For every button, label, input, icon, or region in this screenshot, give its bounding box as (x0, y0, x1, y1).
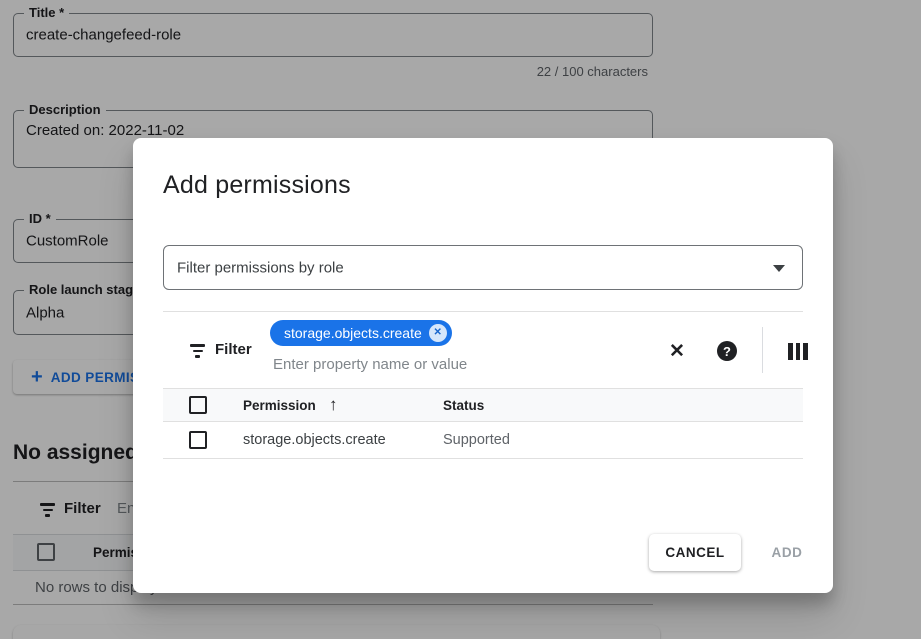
sort-ascending-icon[interactable]: ↑ (329, 395, 338, 415)
role-select-placeholder: Filter permissions by role (177, 259, 344, 276)
help-icon: ? (717, 341, 737, 361)
column-header-permission[interactable]: Permission (243, 398, 316, 413)
chip-remove-icon[interactable]: ✕ (429, 324, 447, 342)
screen: Title * create-changefeed-role 22 / 100 … (0, 0, 921, 639)
filter-input[interactable] (273, 356, 533, 373)
filter-label: Filter (215, 341, 252, 358)
filter-chip[interactable]: storage.objects.create ✕ (270, 320, 452, 346)
add-button[interactable]: ADD (759, 534, 815, 571)
filter-permissions-by-role-select[interactable]: Filter permissions by role (163, 245, 803, 290)
column-display-button[interactable] (783, 336, 813, 366)
filter-toolbar: Filter storage.objects.create ✕ ✕ ? (163, 311, 803, 388)
permissions-table-header: Permission ↑ Status (163, 388, 803, 422)
row-permission-cell: storage.objects.create (243, 432, 386, 448)
table-row[interactable]: storage.objects.create Supported (163, 422, 803, 459)
column-header-status[interactable]: Status (443, 398, 484, 413)
filter-chip-label: storage.objects.create (284, 325, 422, 341)
cancel-button[interactable]: CANCEL (649, 534, 741, 571)
toolbar-divider (762, 327, 763, 373)
row-status-cell: Supported (443, 432, 510, 448)
select-all-checkbox[interactable] (189, 396, 207, 414)
row-checkbox[interactable] (189, 431, 207, 449)
clear-filters-button[interactable]: ✕ (662, 336, 692, 366)
columns-icon (788, 343, 808, 360)
filter-icon (190, 344, 205, 358)
dialog-title: Add permissions (163, 171, 351, 200)
filter-help-button[interactable]: ? (712, 336, 742, 366)
close-icon: ✕ (669, 342, 685, 361)
add-permissions-dialog: Add permissions Filter permissions by ro… (133, 138, 833, 593)
dropdown-arrow-icon (773, 265, 785, 272)
